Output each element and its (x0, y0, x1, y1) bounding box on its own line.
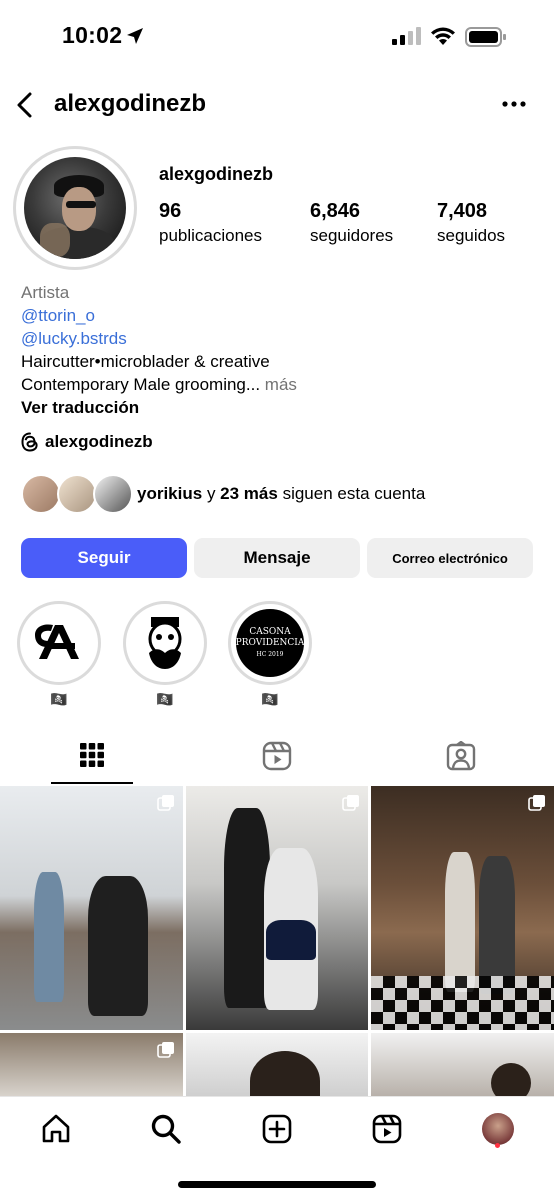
highlight-cover (123, 601, 207, 685)
more-options-icon[interactable] (500, 94, 528, 114)
tab-posts-grid[interactable] (51, 728, 133, 784)
highlight-label: 🏴‍☠️ (156, 691, 174, 707)
mutual-follower-avatar (21, 474, 61, 514)
posts-label: publicaciones (159, 226, 263, 245)
message-button[interactable]: Mensaje (194, 538, 360, 578)
highlight-logo-text: PROVIDENCIA (236, 637, 304, 648)
bio-mention-link[interactable]: @ttorin_o (21, 304, 541, 327)
threads-icon (21, 432, 38, 452)
following-value: 7,408 (437, 200, 488, 222)
threads-link[interactable]: alexgodinezb (21, 430, 153, 454)
header-username: alexgodinezb (54, 90, 207, 117)
followers-count[interactable]: 6,846 seguidores (310, 200, 393, 246)
highlight-label: 🏴‍☠️ (261, 691, 279, 707)
multiple-photos-icon (528, 795, 545, 811)
highlight-cover: CASONA PROVIDENCIA HC 2019 (228, 601, 312, 685)
profile-avatar[interactable] (13, 146, 137, 270)
highlight-logo-text: HC 2019 (256, 650, 284, 658)
multiple-photos-icon (157, 1042, 174, 1058)
multiple-photos-icon (342, 795, 359, 811)
back-icon[interactable] (12, 90, 38, 120)
mutual-count: 23 más (220, 484, 278, 503)
see-translation-link[interactable]: Ver traducción (21, 396, 541, 419)
profile-tabs (0, 728, 554, 784)
followers-value: 6,846 (310, 200, 361, 222)
following-count[interactable]: 7,408 seguidos (437, 200, 505, 246)
post-thumbnail[interactable] (0, 1033, 183, 1096)
posts-count[interactable]: 96 publicaciones (159, 200, 262, 246)
mutual-followers-text: yorikius y 23 más siguen esta cuenta (137, 484, 425, 504)
email-button[interactable]: Correo electrónico (367, 538, 533, 578)
highlight-cover (17, 601, 101, 685)
create-post-icon (262, 1114, 292, 1144)
story-highlight[interactable]: CASONA PROVIDENCIA HC 2019 🏴‍☠️ (228, 601, 312, 708)
highlight-logo: CASONA PROVIDENCIA HC 2019 (236, 609, 304, 677)
status-bar: 10:02 (0, 0, 554, 74)
highlight-logo-text: CASONA (249, 626, 291, 637)
threads-handle: alexgodinezb (45, 432, 153, 451)
highlight-logo (131, 609, 199, 677)
reels-icon (372, 1114, 402, 1144)
nav-home[interactable] (36, 1109, 76, 1149)
grid-icon (80, 743, 104, 767)
highlight-logo (25, 609, 93, 677)
bio-line: Haircutter•microblader & creative (21, 352, 270, 371)
profile-avatar-icon (482, 1113, 514, 1145)
home-icon (42, 1114, 70, 1143)
cellular-signal-icon (392, 27, 421, 45)
post-thumbnail[interactable] (371, 1033, 554, 1096)
location-arrow-icon (127, 28, 143, 44)
bio-line: Contemporary Male grooming... (21, 375, 261, 394)
story-highlight[interactable]: 🏴‍☠️ (123, 601, 207, 708)
post-thumbnail[interactable] (186, 1033, 368, 1096)
nav-create[interactable] (257, 1109, 297, 1149)
story-highlight[interactable]: 🏴‍☠️ (17, 601, 101, 708)
posts-grid (0, 786, 554, 1096)
reels-icon (262, 741, 292, 771)
multiple-photos-icon (157, 795, 174, 811)
home-indicator (178, 1181, 376, 1188)
post-thumbnail[interactable] (0, 786, 183, 1030)
wifi-icon (431, 27, 455, 45)
mutual-follower-avatar (93, 474, 133, 514)
tagged-icon (446, 741, 476, 771)
mutual-follower-name: yorikius (137, 484, 203, 503)
post-thumbnail[interactable] (371, 786, 554, 1030)
profile-username: alexgodinezb (159, 164, 274, 184)
profile-header: alexgodinezb (0, 80, 554, 130)
status-time: 10:02 (62, 22, 123, 48)
highlight-label: 🏴‍☠️ (50, 691, 68, 707)
profile-bio: Artista @ttorin_o @lucky.bstrds Haircutt… (21, 281, 541, 419)
avatar-photo (24, 157, 126, 259)
battery-icon (465, 27, 506, 47)
search-icon (151, 1114, 181, 1144)
tab-reels[interactable] (236, 728, 318, 784)
mutual-connector: y (206, 484, 216, 503)
bio-mention-link[interactable]: @lucky.bstrds (21, 327, 541, 350)
tab-tagged[interactable] (420, 728, 502, 784)
post-thumbnail[interactable] (186, 786, 368, 1030)
nav-reels[interactable] (367, 1109, 407, 1149)
follow-button[interactable]: Seguir (21, 538, 187, 578)
notification-dot (495, 1143, 500, 1148)
following-label: seguidos (437, 226, 506, 245)
nav-search[interactable] (146, 1109, 186, 1149)
mutual-follower-avatar (57, 474, 97, 514)
bio-more-link[interactable]: más (265, 375, 297, 394)
followers-label: seguidores (310, 226, 394, 245)
posts-value: 96 (159, 200, 182, 222)
mutual-suffix: siguen esta cuenta (282, 484, 426, 503)
bio-category: Artista (21, 283, 70, 302)
